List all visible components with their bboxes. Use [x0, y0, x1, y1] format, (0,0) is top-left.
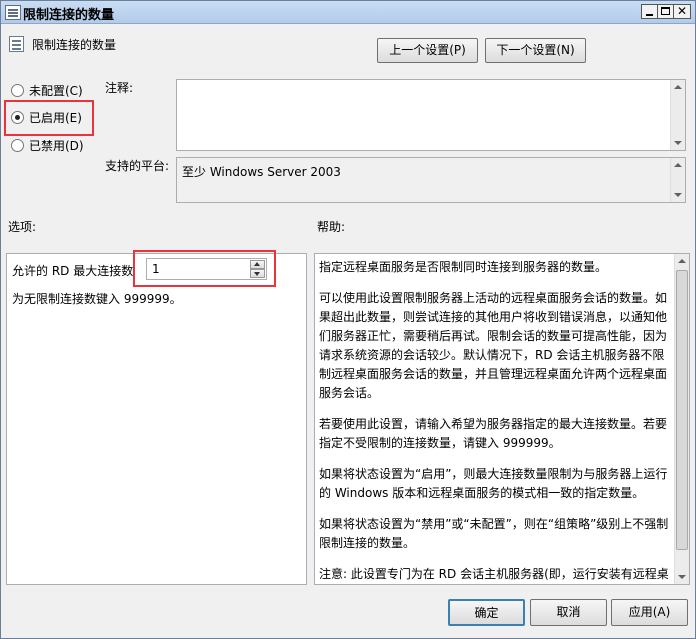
close-button[interactable]: ✕ — [673, 4, 691, 19]
maximize-button[interactable] — [657, 4, 674, 19]
comment-scrollbar[interactable] — [670, 80, 685, 150]
help-paragraph: 指定远程桌面服务是否限制同时连接到服务器的数量。 — [319, 260, 608, 274]
window-title: 限制连接的数量 — [23, 8, 115, 23]
scroll-up-icon[interactable] — [674, 85, 682, 89]
policy-dialog: 限制连接的数量 ✕ 限制连接的数量 上一个设置(P) 下一个设置(N) 未配置(… — [0, 0, 696, 639]
radio-disabled-indicator[interactable] — [11, 139, 24, 152]
title-bar[interactable]: 限制连接的数量 ✕ — [1, 1, 695, 24]
help-label: 帮助: — [317, 220, 346, 234]
options-pane: 允许的 RD 最大连接数 1 为无限制连接数键入 999999。 — [6, 253, 307, 585]
help-pane: 指定远程桌面服务是否限制同时连接到服务器的数量。 可以使用此设置限制服务器上活动… — [314, 253, 690, 585]
help-paragraph: 若要使用此设置，请输入希望为服务器指定的最大连接数量。若要指定不受限制的连接数量… — [319, 417, 668, 450]
policy-window-icon — [5, 5, 21, 20]
options-label: 选项: — [8, 220, 37, 234]
setting-name: 限制连接的数量 — [32, 38, 117, 52]
unlimited-hint: 为无限制连接数键入 999999。 — [12, 292, 182, 306]
comment-value — [177, 80, 685, 86]
scroll-up-icon[interactable] — [678, 259, 686, 263]
maximize-icon — [661, 7, 670, 15]
minimize-icon — [646, 14, 653, 16]
help-scrollbar[interactable] — [674, 254, 689, 584]
scroll-up-icon[interactable] — [674, 163, 682, 167]
max-connections-label: 允许的 RD 最大连接数 — [12, 264, 134, 278]
policy-setting-icon — [9, 36, 24, 52]
radio-not-configured[interactable]: 未配置(C) — [11, 82, 83, 100]
help-paragraph: 如果将状态设置为“启用”，则最大连接数量限制为与服务器上运行的 Windows … — [319, 467, 668, 500]
radio-not-configured-indicator[interactable] — [11, 84, 24, 97]
radio-not-configured-label: 未配置(C) — [29, 84, 83, 98]
next-setting-button[interactable]: 下一个设置(N) — [485, 38, 586, 63]
radio-disabled[interactable]: 已禁用(D) — [11, 137, 84, 155]
ok-button[interactable]: 确定 — [448, 599, 525, 626]
close-icon: ✕ — [677, 4, 688, 18]
radio-disabled-label: 已禁用(D) — [29, 139, 84, 153]
scroll-down-icon[interactable] — [674, 193, 682, 197]
help-paragraph: 可以使用此设置限制服务器上活动的远程桌面服务会话的数量。如果超出此数量，则尝试连… — [319, 291, 668, 400]
platform-value: 至少 Windows Server 2003 — [182, 165, 341, 179]
highlight-max-connections-annotation — [133, 250, 276, 287]
platform-box: 至少 Windows Server 2003 — [176, 157, 686, 203]
cancel-button[interactable]: 取消 — [530, 599, 607, 626]
help-paragraph: 注意: 此设置专门为在 RD 会话主机服务器(即，运行安装有远程桌 — [319, 567, 669, 581]
platform-scrollbar[interactable] — [670, 158, 685, 202]
help-paragraph: 如果将状态设置为“禁用”或“未配置”，则在“组策略”级别上不强制限制连接的数量。 — [319, 517, 669, 550]
highlight-enabled-annotation — [4, 100, 94, 136]
comment-label: 注释: — [105, 81, 134, 95]
apply-button[interactable]: 应用(A) — [611, 599, 688, 626]
help-text: 指定远程桌面服务是否限制同时连接到服务器的数量。 可以使用此设置限制服务器上活动… — [319, 258, 671, 596]
scroll-down-icon[interactable] — [678, 575, 686, 579]
minimize-button[interactable] — [641, 4, 658, 19]
comment-textarea[interactable] — [176, 79, 686, 151]
scroll-down-icon[interactable] — [674, 141, 682, 145]
platform-label: 支持的平台: — [105, 159, 170, 173]
previous-setting-button[interactable]: 上一个设置(P) — [377, 38, 478, 63]
help-scroll-thumb[interactable] — [676, 270, 688, 550]
